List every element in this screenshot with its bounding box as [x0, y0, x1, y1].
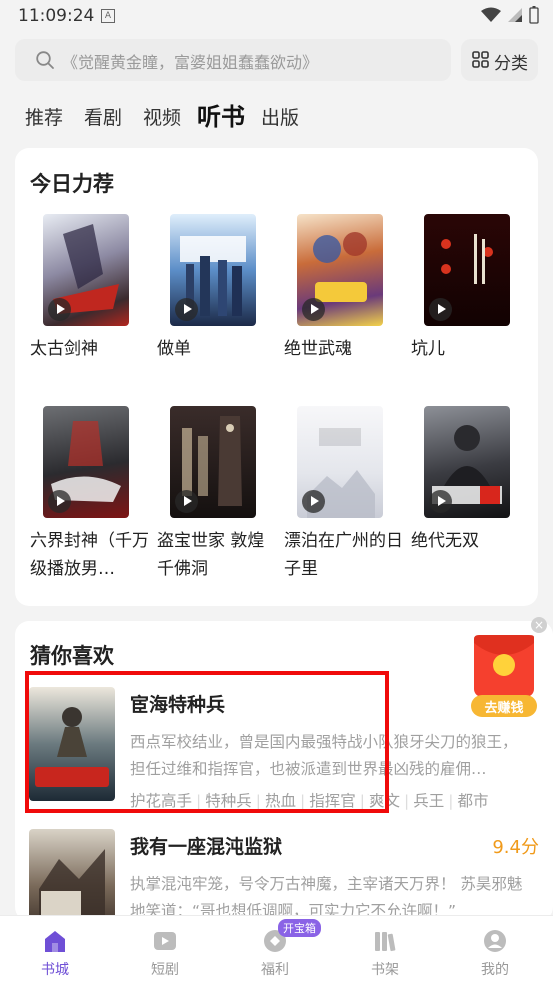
- tag[interactable]: 特种兵: [205, 792, 252, 810]
- search-icon: [36, 51, 54, 69]
- book-description: 西点军校结业，曾是国内最强特战小队狼牙尖刀的狼王，担任过维和指挥官，也被派遣到世…: [130, 733, 518, 778]
- nav-label: 书城: [41, 962, 69, 978]
- nav-profile[interactable]: 我的: [440, 916, 550, 985]
- book-cover[interactable]: [424, 406, 510, 518]
- book-cover[interactable]: [424, 214, 510, 326]
- earn-money-label: 去赚钱: [484, 701, 524, 716]
- category-label: 分类: [494, 54, 528, 74]
- book-title: 宦海特种兵: [130, 694, 226, 716]
- book-title: 绝世武魂: [284, 339, 352, 359]
- featured-section: 今日力荐 太古剑神 做单 绝世武魂 坑儿 六界封神（千万级播放男… 盗宝世家 敦…: [15, 148, 538, 606]
- list-item[interactable]: 宦海特种兵 西点军校结业，曾是国内最强特战小队狼牙尖刀的狼王，担任过维和指挥官，…: [29, 687, 539, 815]
- close-icon[interactable]: ×: [531, 617, 547, 633]
- cover-art: [35, 707, 109, 787]
- earn-money-widget[interactable]: 去赚钱: [469, 633, 539, 717]
- nav-bookshelf[interactable]: 书架: [330, 916, 440, 985]
- tag[interactable]: 护花高手: [130, 792, 192, 810]
- nav-label: 短剧: [151, 962, 179, 978]
- status-bar: 11:09:24 A: [0, 0, 553, 32]
- play-icon: [48, 298, 71, 321]
- search-placeholder[interactable]: 《觉醒黄金瞳，富婆姐姐蠢蠢欲动》: [62, 49, 318, 73]
- search-bar[interactable]: 《觉醒黄金瞳，富婆姐姐蠢蠢欲动》: [15, 39, 451, 81]
- tab-audiobook[interactable]: 听书: [197, 97, 245, 132]
- book-cover[interactable]: [43, 214, 129, 326]
- book-title: 太古剑神: [30, 339, 98, 359]
- status-time: 11:09:24: [18, 6, 95, 26]
- status-icons: [481, 6, 539, 24]
- tab-video[interactable]: 视频: [143, 103, 181, 130]
- play-icon: [429, 298, 452, 321]
- signal-icon: [508, 8, 522, 22]
- book-title: 做单: [157, 339, 191, 359]
- book-cover[interactable]: [170, 406, 256, 518]
- nav-bookstore[interactable]: 书城: [0, 916, 110, 985]
- tab-drama[interactable]: 看剧: [84, 103, 122, 130]
- tag[interactable]: 指挥官: [309, 792, 356, 810]
- tag[interactable]: 都市: [458, 792, 489, 810]
- nav-welfare[interactable]: 开宝箱 福利: [220, 916, 330, 985]
- book-cover[interactable]: [170, 214, 256, 326]
- notification-icon: A: [101, 9, 115, 23]
- recommend-title: 猜你喜欢: [30, 644, 114, 668]
- bottom-nav: 书城 短剧 开宝箱 福利 书架 我的: [0, 915, 553, 985]
- tab-recommend[interactable]: 推荐: [25, 103, 63, 130]
- wifi-icon: [481, 7, 501, 22]
- book-tags: 护花高手 | 特种兵 | 热血 | 指挥官 | 爽文 | 兵王 | 都市: [130, 792, 489, 810]
- book-cover[interactable]: [297, 214, 383, 326]
- nav-short-drama[interactable]: 短剧: [110, 916, 220, 985]
- play-icon: [302, 298, 325, 321]
- book-score: 9.4分: [492, 837, 539, 858]
- tag[interactable]: 爽文: [369, 792, 400, 810]
- profile-icon: [484, 930, 506, 952]
- treasure-badge: 开宝箱: [278, 919, 321, 937]
- battery-icon: [529, 6, 539, 24]
- book-title: 六界封神（千万级播放男…: [30, 531, 149, 579]
- book-title: 漂泊在广州的日子里: [284, 531, 403, 579]
- play-icon: [154, 932, 176, 950]
- play-icon: [175, 490, 198, 513]
- book-title: 我有一座混沌监狱: [130, 836, 283, 858]
- play-icon: [48, 490, 71, 513]
- bookshelf-icon: [375, 932, 396, 952]
- book-cover[interactable]: [43, 406, 129, 518]
- nav-label: 福利: [261, 962, 289, 978]
- book-title: 坑儿: [411, 339, 445, 359]
- nav-label: 我的: [481, 962, 509, 978]
- book-title: 盗宝世家 敦煌千佛洞: [157, 531, 265, 579]
- book-cover[interactable]: [297, 406, 383, 518]
- tag[interactable]: 兵王: [413, 792, 444, 810]
- tab-publish[interactable]: 出版: [261, 103, 299, 130]
- book-title: 绝代无双: [411, 531, 479, 551]
- play-icon: [302, 490, 325, 513]
- house-icon: [45, 931, 65, 952]
- tag[interactable]: 热血: [265, 792, 296, 810]
- book-cover[interactable]: [29, 687, 115, 801]
- play-icon: [175, 298, 198, 321]
- nav-label: 书架: [371, 962, 399, 978]
- featured-title: 今日力荐: [30, 172, 114, 196]
- category-button[interactable]: 分类: [461, 39, 538, 81]
- grid-icon: [472, 51, 489, 68]
- play-icon: [429, 490, 452, 513]
